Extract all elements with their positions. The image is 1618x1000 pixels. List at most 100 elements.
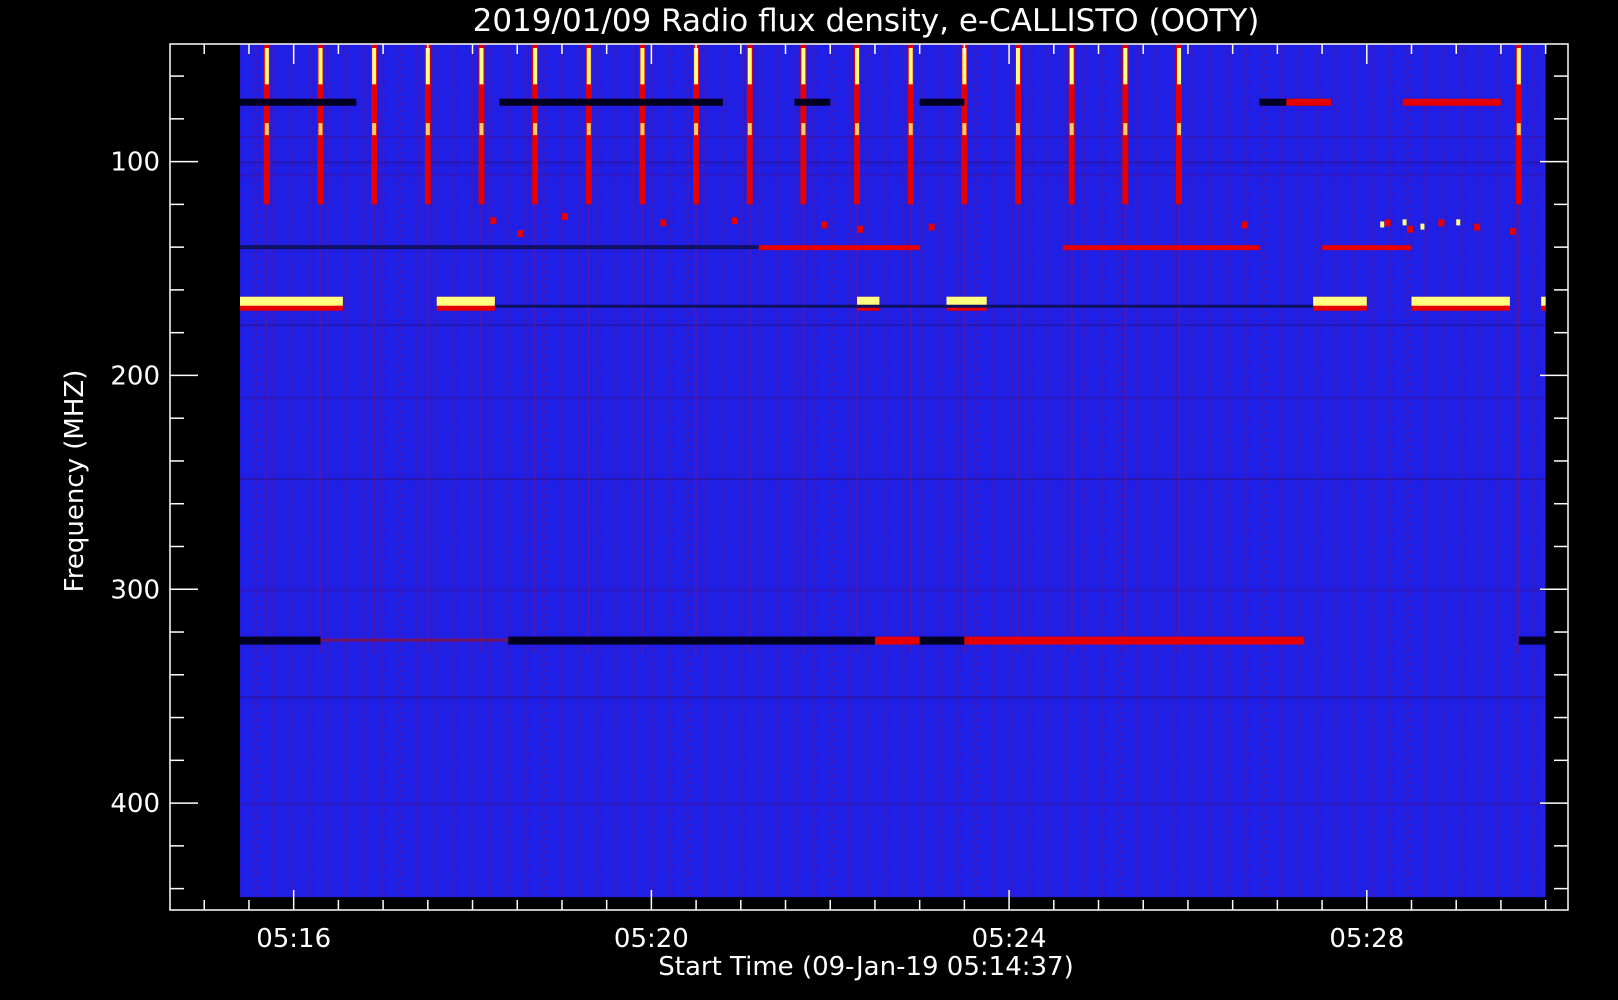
- burst-trail: [480, 204, 483, 654]
- burst-core: [264, 123, 269, 136]
- emission-band: [320, 638, 509, 642]
- burst-core: [801, 123, 806, 136]
- y-tick-label: 300: [110, 575, 160, 605]
- burst-core: [372, 123, 377, 136]
- x-tick-label: 05:16: [256, 924, 331, 954]
- emission-band: [758, 245, 920, 251]
- burst-trail: [534, 204, 537, 654]
- emission-band: [1322, 245, 1412, 251]
- burst-trail: [802, 204, 805, 654]
- faint-band: [240, 589, 1546, 592]
- absorption-band: [508, 636, 875, 645]
- spectrogram-background: [240, 44, 1546, 898]
- burst-trail: [695, 204, 698, 654]
- burst-trail: [1124, 204, 1127, 654]
- burst-core: [318, 48, 323, 85]
- heatmap-area: [240, 44, 1546, 898]
- emission-fleck: [1438, 219, 1445, 227]
- burst-core: [1016, 48, 1021, 85]
- x-tick-label: 05:28: [1329, 924, 1404, 954]
- y-tick-label: 100: [110, 148, 160, 178]
- x-axis-label: Start Time (09-Jan-19 05:14:37): [658, 952, 1073, 982]
- absorption-band: [240, 98, 357, 106]
- burst-trail: [641, 204, 644, 654]
- emission-band: [964, 636, 1305, 645]
- burst-core: [479, 48, 484, 85]
- faint-band: [240, 324, 1546, 327]
- emission-band: [1286, 98, 1332, 106]
- strong-fleck: [1420, 223, 1425, 230]
- faint-band: [240, 161, 1546, 164]
- burst-trail: [265, 204, 268, 654]
- strong-fleck: [1402, 219, 1407, 226]
- emission-fleck: [1407, 225, 1414, 233]
- absorption-band: [240, 636, 321, 645]
- burst-core: [264, 48, 269, 85]
- emission-fleck: [1474, 223, 1481, 231]
- burst-core: [1123, 123, 1128, 136]
- emission-band: [874, 636, 920, 645]
- emission-fleck: [1509, 227, 1516, 235]
- burst-trail: [856, 204, 859, 654]
- emission-fleck: [1241, 221, 1248, 229]
- burst-core: [372, 48, 377, 85]
- burst-core: [1176, 48, 1181, 85]
- faint-band: [240, 803, 1546, 806]
- emission-band: [1402, 98, 1501, 106]
- burst-trail: [1017, 204, 1020, 654]
- burst-core: [586, 48, 591, 85]
- strong-band: [1541, 296, 1546, 306]
- spectrogram-plot: 2019/01/09 Radio flux density, e-CALLIST…: [0, 0, 1618, 1000]
- burst-trail: [373, 204, 376, 654]
- burst-core: [533, 48, 538, 85]
- burst-trail: [1070, 204, 1073, 654]
- burst-core: [962, 123, 967, 136]
- burst-core: [479, 123, 484, 136]
- y-axis-label: Frequency (MHZ): [60, 370, 90, 593]
- burst-core: [533, 123, 538, 136]
- burst-core: [747, 48, 752, 85]
- emission-fleck: [517, 230, 524, 238]
- burst-core: [640, 48, 645, 85]
- burst-core: [747, 123, 752, 136]
- burst-core: [1069, 123, 1074, 136]
- absorption-band: [494, 304, 1314, 308]
- emission-fleck: [1384, 219, 1391, 227]
- burst-core: [586, 123, 591, 136]
- burst-core: [1516, 123, 1521, 136]
- burst-core: [1176, 123, 1181, 136]
- strong-fleck: [1456, 219, 1461, 226]
- x-tick-label: 05:24: [972, 924, 1047, 954]
- burst-core: [640, 123, 645, 136]
- burst-core: [855, 48, 860, 85]
- burst-core: [855, 123, 860, 136]
- burst-trail: [319, 204, 322, 654]
- emission-band: [1062, 245, 1260, 251]
- strong-band: [946, 296, 987, 306]
- absorption-band: [240, 245, 759, 250]
- burst-core: [908, 123, 913, 136]
- strong-band: [1411, 296, 1510, 306]
- emission-fleck: [731, 217, 738, 225]
- burst-core: [801, 48, 806, 85]
- y-tick-label: 400: [110, 789, 160, 819]
- emission-fleck: [928, 223, 935, 231]
- emission-fleck: [821, 221, 828, 229]
- burst-trail: [963, 204, 966, 654]
- emission-fleck: [490, 217, 497, 225]
- emission-fleck: [660, 219, 667, 227]
- burst-core: [908, 48, 913, 85]
- faint-band: [240, 396, 1546, 399]
- absorption-band: [794, 98, 831, 106]
- x-tick-label: 05:20: [614, 924, 689, 954]
- strong-fleck: [1380, 221, 1385, 228]
- burst-trail: [1177, 204, 1180, 654]
- emission-fleck: [857, 225, 864, 233]
- burst-core: [425, 123, 430, 136]
- absorption-band: [499, 98, 723, 106]
- burst-core: [1123, 48, 1128, 85]
- burst-core: [1069, 48, 1074, 85]
- faint-band: [240, 696, 1546, 699]
- strong-band: [1313, 296, 1367, 306]
- burst-trail: [426, 204, 429, 654]
